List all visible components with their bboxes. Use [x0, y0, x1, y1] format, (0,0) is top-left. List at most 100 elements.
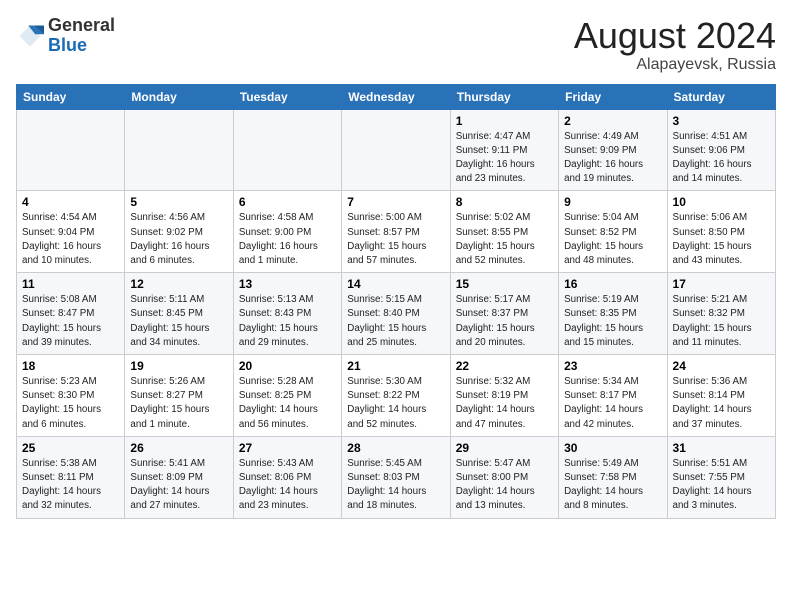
day-number: 22	[456, 359, 553, 373]
day-cell	[125, 109, 233, 191]
col-header-sunday: Sunday	[17, 84, 125, 109]
day-cell: 29 Sunrise: 5:47 AMSunset: 8:00 PMDayligh…	[450, 436, 558, 518]
day-number: 26	[130, 441, 227, 455]
day-cell: 28 Sunrise: 5:45 AMSunset: 8:03 PMDayligh…	[342, 436, 450, 518]
logo-blue: Blue	[48, 36, 115, 56]
day-cell: 5 Sunrise: 4:56 AMSunset: 9:02 PMDaylight…	[125, 191, 233, 273]
day-number: 30	[564, 441, 661, 455]
day-info: Sunrise: 5:19 AMSunset: 8:35 PMDaylight:…	[564, 293, 661, 350]
logo-general: General	[48, 16, 115, 36]
day-cell: 9Sunrise: 5:04 AMSunset: 8:52 PMDaylight…	[559, 191, 667, 273]
week-row-2: 4 Sunrise: 4:54 AMSunset: 9:04 PMDaylight…	[17, 191, 776, 273]
day-cell: 6 Sunrise: 4:58 AMSunset: 9:00 PMDaylight…	[233, 191, 341, 273]
day-cell: 20Sunrise: 5:28 AMSunset: 8:25 PMDayligh…	[233, 355, 341, 437]
day-info: Sunrise: 4:56 AMSunset: 9:02 PMDaylight:…	[130, 211, 227, 268]
header-row: SundayMondayTuesdayWednesdayThursdayFrid…	[17, 84, 776, 109]
location: Alapayevsk, Russia	[574, 56, 776, 74]
day-info: Sunrise: 5:23 AMSunset: 8:30 PMDaylight:…	[22, 375, 119, 432]
col-header-wednesday: Wednesday	[342, 84, 450, 109]
day-number: 24	[673, 359, 770, 373]
title-block: August 2024 Alapayevsk, Russia	[574, 16, 776, 74]
day-cell: 4 Sunrise: 4:54 AMSunset: 9:04 PMDaylight…	[17, 191, 125, 273]
day-number: 11	[22, 277, 119, 291]
day-info: Sunrise: 5:38 AMSunset: 8:11 PMDaylight:…	[22, 457, 119, 514]
logo-text: General Blue	[48, 16, 115, 56]
day-number: 27	[239, 441, 336, 455]
day-info: Sunrise: 4:54 AMSunset: 9:04 PMDaylight:…	[22, 211, 119, 268]
day-info: Sunrise: 5:11 AMSunset: 8:45 PMDaylight:…	[130, 293, 227, 350]
day-number: 12	[130, 277, 227, 291]
day-info: Sunrise: 5:02 AMSunset: 8:55 PMDaylight:…	[456, 211, 553, 268]
day-cell: 30 Sunrise: 5:49 AMSunset: 7:58 PMDayligh…	[559, 436, 667, 518]
day-cell: 23Sunrise: 5:34 AMSunset: 8:17 PMDayligh…	[559, 355, 667, 437]
day-number: 19	[130, 359, 227, 373]
day-info: Sunrise: 5:17 AMSunset: 8:37 PMDaylight:…	[456, 293, 553, 350]
day-number: 31	[673, 441, 770, 455]
day-info: Sunrise: 5:21 AMSunset: 8:32 PMDaylight:…	[673, 293, 770, 350]
day-cell: 11 Sunrise: 5:08 AMSunset: 8:47 PMDayligh…	[17, 273, 125, 355]
day-info: Sunrise: 5:30 AMSunset: 8:22 PMDaylight:…	[347, 375, 444, 432]
day-number: 15	[456, 277, 553, 291]
day-number: 29	[456, 441, 553, 455]
day-number: 25	[22, 441, 119, 455]
day-cell: 19 Sunrise: 5:26 AMSunset: 8:27 PMDayligh…	[125, 355, 233, 437]
day-number: 21	[347, 359, 444, 373]
col-header-monday: Monday	[125, 84, 233, 109]
page-header: General Blue August 2024 Alapayevsk, Rus…	[16, 16, 776, 74]
day-cell	[342, 109, 450, 191]
day-cell: 10 Sunrise: 5:06 AMSunset: 8:50 PMDayligh…	[667, 191, 775, 273]
day-info: Sunrise: 5:32 AMSunset: 8:19 PMDaylight:…	[456, 375, 553, 432]
week-row-4: 18 Sunrise: 5:23 AMSunset: 8:30 PMDayligh…	[17, 355, 776, 437]
day-cell: 18 Sunrise: 5:23 AMSunset: 8:30 PMDayligh…	[17, 355, 125, 437]
day-number: 20	[239, 359, 336, 373]
month-year: August 2024	[574, 16, 776, 56]
day-info: Sunrise: 5:08 AMSunset: 8:47 PMDaylight:…	[22, 293, 119, 350]
day-number: 7	[347, 195, 444, 209]
day-cell: 14Sunrise: 5:15 AMSunset: 8:40 PMDayligh…	[342, 273, 450, 355]
day-number: 4	[22, 195, 119, 209]
day-cell: 7Sunrise: 5:00 AMSunset: 8:57 PMDaylight…	[342, 191, 450, 273]
day-cell: 15 Sunrise: 5:17 AMSunset: 8:37 PMDayligh…	[450, 273, 558, 355]
col-header-thursday: Thursday	[450, 84, 558, 109]
week-row-5: 25 Sunrise: 5:38 AMSunset: 8:11 PMDayligh…	[17, 436, 776, 518]
day-number: 3	[673, 114, 770, 128]
calendar-table: SundayMondayTuesdayWednesdayThursdayFrid…	[16, 84, 776, 519]
day-info: Sunrise: 5:47 AMSunset: 8:00 PMDaylight:…	[456, 457, 553, 514]
day-number: 9	[564, 195, 661, 209]
col-header-saturday: Saturday	[667, 84, 775, 109]
day-cell: 27Sunrise: 5:43 AMSunset: 8:06 PMDayligh…	[233, 436, 341, 518]
day-info: Sunrise: 5:49 AMSunset: 7:58 PMDaylight:…	[564, 457, 661, 514]
day-info: Sunrise: 5:13 AMSunset: 8:43 PMDaylight:…	[239, 293, 336, 350]
week-row-1: 1Sunrise: 4:47 AMSunset: 9:11 PMDaylight…	[17, 109, 776, 191]
day-cell: 17 Sunrise: 5:21 AMSunset: 8:32 PMDayligh…	[667, 273, 775, 355]
day-info: Sunrise: 4:58 AMSunset: 9:00 PMDaylight:…	[239, 211, 336, 268]
calendar-header: SundayMondayTuesdayWednesdayThursdayFrid…	[17, 84, 776, 109]
day-info: Sunrise: 5:45 AMSunset: 8:03 PMDaylight:…	[347, 457, 444, 514]
day-cell: 22 Sunrise: 5:32 AMSunset: 8:19 PMDayligh…	[450, 355, 558, 437]
day-cell: 8Sunrise: 5:02 AMSunset: 8:55 PMDaylight…	[450, 191, 558, 273]
day-number: 17	[673, 277, 770, 291]
day-cell: 21 Sunrise: 5:30 AMSunset: 8:22 PMDayligh…	[342, 355, 450, 437]
day-number: 10	[673, 195, 770, 209]
day-cell	[233, 109, 341, 191]
day-info: Sunrise: 5:26 AMSunset: 8:27 PMDaylight:…	[130, 375, 227, 432]
day-number: 5	[130, 195, 227, 209]
col-header-tuesday: Tuesday	[233, 84, 341, 109]
day-cell: 25 Sunrise: 5:38 AMSunset: 8:11 PMDayligh…	[17, 436, 125, 518]
day-cell: 12 Sunrise: 5:11 AMSunset: 8:45 PMDayligh…	[125, 273, 233, 355]
day-cell: 13 Sunrise: 5:13 AMSunset: 8:43 PMDayligh…	[233, 273, 341, 355]
logo-icon	[16, 22, 44, 50]
day-cell: 26 Sunrise: 5:41 AMSunset: 8:09 PMDayligh…	[125, 436, 233, 518]
day-info: Sunrise: 5:36 AMSunset: 8:14 PMDaylight:…	[673, 375, 770, 432]
day-number: 23	[564, 359, 661, 373]
day-number: 14	[347, 277, 444, 291]
day-number: 28	[347, 441, 444, 455]
day-cell: 3Sunrise: 4:51 AMSunset: 9:06 PMDaylight…	[667, 109, 775, 191]
logo: General Blue	[16, 16, 115, 56]
day-number: 18	[22, 359, 119, 373]
day-info: Sunrise: 5:41 AMSunset: 8:09 PMDaylight:…	[130, 457, 227, 514]
day-info: Sunrise: 5:06 AMSunset: 8:50 PMDaylight:…	[673, 211, 770, 268]
day-number: 13	[239, 277, 336, 291]
day-number: 6	[239, 195, 336, 209]
calendar-body: 1Sunrise: 4:47 AMSunset: 9:11 PMDaylight…	[17, 109, 776, 518]
